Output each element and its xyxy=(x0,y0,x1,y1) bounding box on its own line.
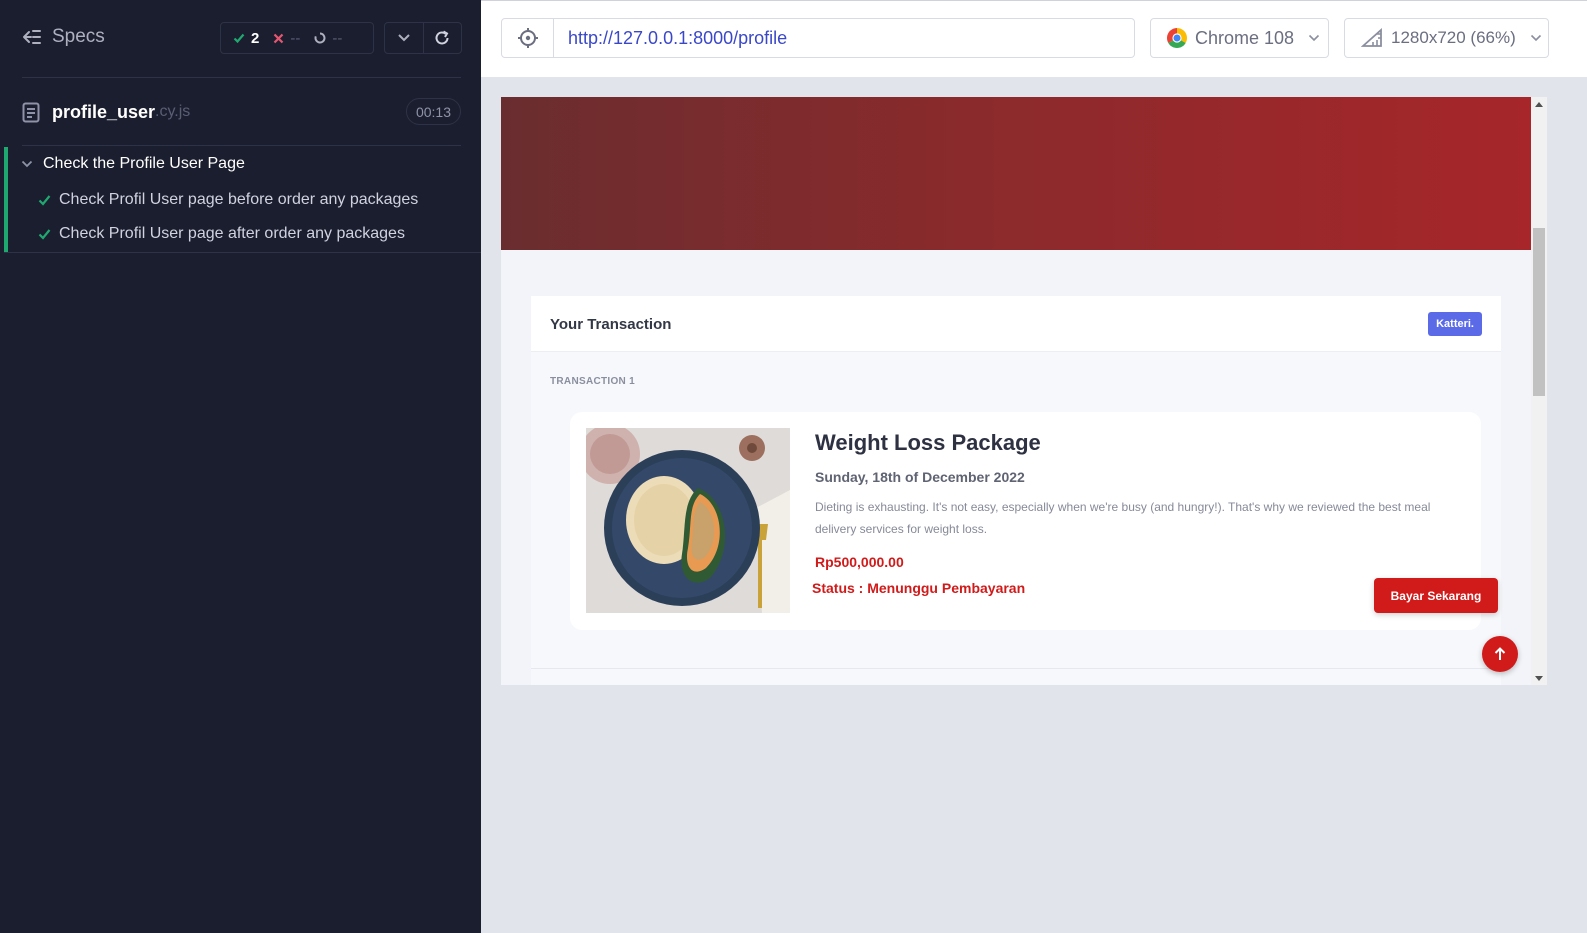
suite-status-bar xyxy=(4,147,8,252)
url-bar: http://127.0.0.1:8000/profile xyxy=(501,18,1135,58)
card-header: Your Transaction Katteri. xyxy=(531,296,1501,352)
check-icon xyxy=(38,195,51,206)
pending-icon xyxy=(314,32,326,44)
specs-toggle-button[interactable]: Specs xyxy=(22,26,105,48)
url-text[interactable]: http://127.0.0.1:8000/profile xyxy=(554,19,787,57)
browser-label: Chrome 108 xyxy=(1195,27,1295,48)
package-image xyxy=(586,428,790,613)
check-icon xyxy=(38,229,51,240)
package-name: Weight Loss Package xyxy=(815,430,1041,455)
scroll-thumb[interactable] xyxy=(1533,228,1545,396)
divider xyxy=(22,145,461,146)
document-icon xyxy=(22,102,40,122)
back-to-top-button[interactable] xyxy=(1482,636,1518,672)
collapse-sidebar-icon xyxy=(22,28,42,46)
rerun-button[interactable] xyxy=(422,23,462,53)
app-under-test-panel: http://127.0.0.1:8000/profile Chrome 108… xyxy=(481,0,1587,933)
suite-header[interactable]: Check the Profile User Page xyxy=(21,155,245,173)
package-price: Rp500,000.00 xyxy=(815,554,904,570)
package-description: Dieting is exhausting. It's not easy, es… xyxy=(815,500,1431,536)
profile-hero-banner xyxy=(501,97,1531,250)
chevron-down-icon xyxy=(21,160,33,168)
specs-label: Specs xyxy=(52,26,105,47)
divider xyxy=(531,668,1501,669)
payment-status: Status : Menunggu Pembayaran xyxy=(812,580,1026,596)
viewport-selector[interactable]: 1280x720 (66%) xyxy=(1344,18,1549,58)
aut-header: http://127.0.0.1:8000/profile Chrome 108… xyxy=(481,1,1587,77)
package-date: Sunday, 18th of December 2022 xyxy=(815,469,1025,485)
spec-file-name: profile_user xyxy=(52,101,156,122)
chevron-down-icon xyxy=(398,34,410,42)
arrow-up-icon xyxy=(1494,647,1506,660)
auto-scroll-button[interactable] xyxy=(385,23,423,53)
cypress-reporter: Specs 2 -- -- profile_user .cy.js 00:13 … xyxy=(0,0,481,933)
scroll-up-arrow[interactable] xyxy=(1531,97,1547,111)
crosshair-icon xyxy=(517,28,538,48)
test-suite[interactable]: Check the Profile User Page Check Profil… xyxy=(4,147,481,253)
test-stats: 2 -- -- xyxy=(220,22,374,54)
chevron-down-icon xyxy=(1530,34,1541,42)
passed-stat: 2 xyxy=(233,30,259,47)
aut-iframe: Your Transaction Katteri. TRANSACTION 1 xyxy=(501,97,1531,685)
selector-playground-button[interactable] xyxy=(502,19,554,57)
test-item[interactable]: Check Profil User page before order any … xyxy=(38,191,418,209)
test-title: Check Profil User page after order any p… xyxy=(59,225,405,242)
spec-file-ext: .cy.js xyxy=(155,103,191,120)
transaction-item: Weight Loss Package Sunday, 18th of Dece… xyxy=(570,412,1481,630)
scroll-down-arrow[interactable] xyxy=(1531,671,1547,685)
x-icon xyxy=(274,33,284,43)
browser-selector[interactable]: Chrome 108 xyxy=(1150,18,1329,58)
refresh-icon xyxy=(435,30,449,45)
passed-count: 2 xyxy=(251,29,260,47)
chevron-down-icon xyxy=(1308,34,1320,42)
iframe-scrollbar[interactable] xyxy=(1531,97,1547,685)
run-controls xyxy=(384,22,462,54)
brand-badge: Katteri. xyxy=(1428,312,1482,336)
transaction-card: Your Transaction Katteri. TRANSACTION 1 xyxy=(531,296,1501,685)
pay-now-button[interactable]: Bayar Sekarang xyxy=(1374,578,1498,613)
divider xyxy=(22,77,461,78)
check-icon xyxy=(233,33,245,44)
failed-count: -- xyxy=(290,29,301,47)
transaction-label: TRANSACTION 1 xyxy=(550,376,636,387)
pending-count: -- xyxy=(332,29,343,47)
test-title: Check Profil User page before order any … xyxy=(59,191,419,208)
spec-file-header: profile_user .cy.js 00:13 xyxy=(22,96,461,128)
suite-title: Check the Profile User Page xyxy=(43,155,245,172)
pending-stat: -- xyxy=(314,30,342,47)
ruler-icon xyxy=(1361,28,1382,47)
viewport-label: 1280x720 (66%) xyxy=(1391,28,1516,47)
failed-stat: -- xyxy=(273,30,300,47)
test-item[interactable]: Check Profil User page after order any p… xyxy=(38,225,405,243)
chrome-icon xyxy=(1167,28,1187,48)
card-title: Your Transaction xyxy=(550,316,672,333)
reporter-header: Specs 2 -- -- xyxy=(22,22,462,56)
spec-duration: 00:13 xyxy=(405,98,461,125)
